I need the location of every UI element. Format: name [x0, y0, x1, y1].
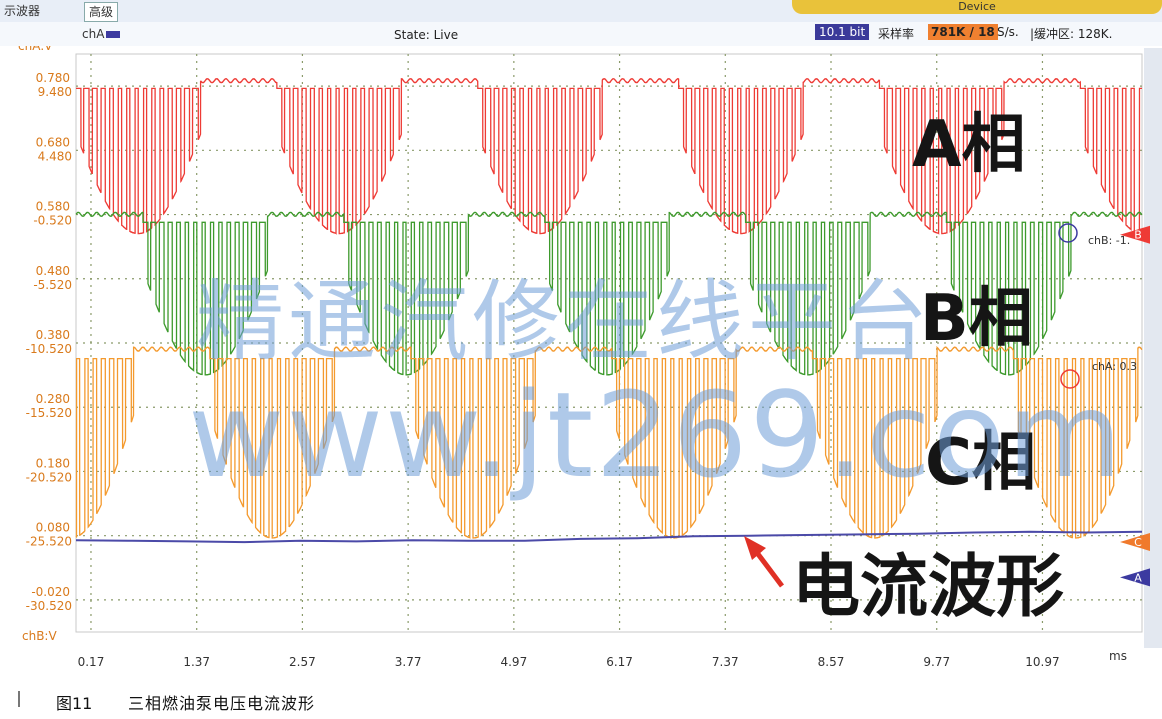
tick-label-cha: 0.480 — [36, 264, 70, 278]
tick-label-chb: -30.520 — [26, 599, 72, 613]
tick-label-chb: -10.520 — [26, 342, 72, 356]
device-label: Device — [958, 0, 996, 13]
tick-label-chb: -20.520 — [26, 470, 72, 484]
tick-label-chb: 9.480 — [38, 85, 72, 99]
tick-label-x: 0.17 — [78, 655, 105, 669]
marker-b-label: B — [1134, 229, 1142, 242]
bit-depth-badge: 10.1 bit — [815, 24, 870, 40]
state-indicator: State: Live — [394, 28, 459, 42]
phase-a-label: A相 — [912, 108, 1026, 182]
status-bar: chA State: Live 10.1 bit 采样率 781K / 18 S… — [0, 22, 1162, 46]
tick-label-x: 4.97 — [500, 655, 527, 669]
tick-label-x: 9.77 — [923, 655, 950, 669]
tick-label-x: 8.57 — [818, 655, 845, 669]
device-button[interactable]: Device — [792, 0, 1162, 14]
tick-label-x: 2.57 — [289, 655, 316, 669]
marker-c-label: C — [1134, 536, 1142, 549]
tick-label-x: 6.17 — [606, 655, 633, 669]
tick-label-chb: -0.520 — [33, 214, 72, 228]
cursor-readout-b: chB: -1. — [1088, 234, 1130, 247]
axis-title-cha: chA:V — [18, 46, 53, 53]
tick-label-x: 10.97 — [1025, 655, 1059, 669]
channel-button[interactable]: chA — [82, 27, 121, 41]
figure-caption: 图11 三相燃油泵电压电流波形 — [0, 685, 1162, 715]
caption-figure-number: 图11 — [56, 694, 93, 713]
tick-label-cha: 0.780 — [36, 71, 70, 85]
phase-b-label: B相 — [920, 282, 1033, 356]
sample-rate-value[interactable]: 781K / 18 — [928, 24, 998, 40]
sample-rate-label: 采样率 — [878, 27, 915, 41]
tab-oscilloscope[interactable]: 示波器 — [4, 2, 40, 20]
tick-label-x: 1.37 — [183, 655, 210, 669]
sample-rate-unit: S/s. — [997, 25, 1019, 39]
window-top-strip: 示波器 高级 Device — [0, 0, 1162, 23]
axis-title-chb: chB:V — [22, 629, 57, 643]
current-waveform-label: 电流波形 — [792, 548, 1064, 627]
tick-label-cha: 0.580 — [36, 200, 70, 214]
tick-label-chb: -25.520 — [26, 535, 72, 549]
tick-label-cha: 0.280 — [36, 392, 70, 406]
tick-label-cha: 0.680 — [36, 135, 70, 149]
watermark-line-2: www.jt269.com — [188, 366, 1124, 504]
tick-label-chb: 4.480 — [38, 149, 72, 163]
caption-left-mark — [18, 691, 20, 707]
marker-a-label: A — [1134, 571, 1142, 584]
tick-label-cha: 0.080 — [36, 521, 70, 535]
tick-label-cha: 0.180 — [36, 456, 70, 470]
tick-label-chb: -5.520 — [33, 278, 72, 292]
oscilloscope-svg[interactable]: chA:V chB:V 0.780 0.680 0.580 0.480 0.380 0.280… — [0, 39, 1162, 671]
buffer-size: |缓冲区: 128K. — [1030, 27, 1113, 41]
caption-title: 三相燃油泵电压电流波形 — [128, 694, 316, 713]
channel-color-swatch — [106, 31, 121, 38]
tab-advanced[interactable]: 高级 — [84, 2, 119, 22]
tick-label-cha: -0.020 — [31, 585, 70, 599]
tick-label-x: 3.77 — [395, 655, 422, 669]
watermark-line-1: 精通汽修在线平台 — [196, 270, 932, 373]
right-scrollbar[interactable] — [1144, 48, 1162, 648]
tick-label-chb: -15.520 — [26, 406, 72, 420]
tick-label-cha: 0.380 — [36, 328, 70, 342]
tick-label-x: 7.37 — [712, 655, 739, 669]
channel-label: chA — [82, 27, 105, 41]
x-axis-unit: ms — [1109, 649, 1127, 663]
oscilloscope-view[interactable]: chA:V chB:V 0.780 0.680 0.580 0.480 0.380 0.280… — [0, 39, 1162, 671]
